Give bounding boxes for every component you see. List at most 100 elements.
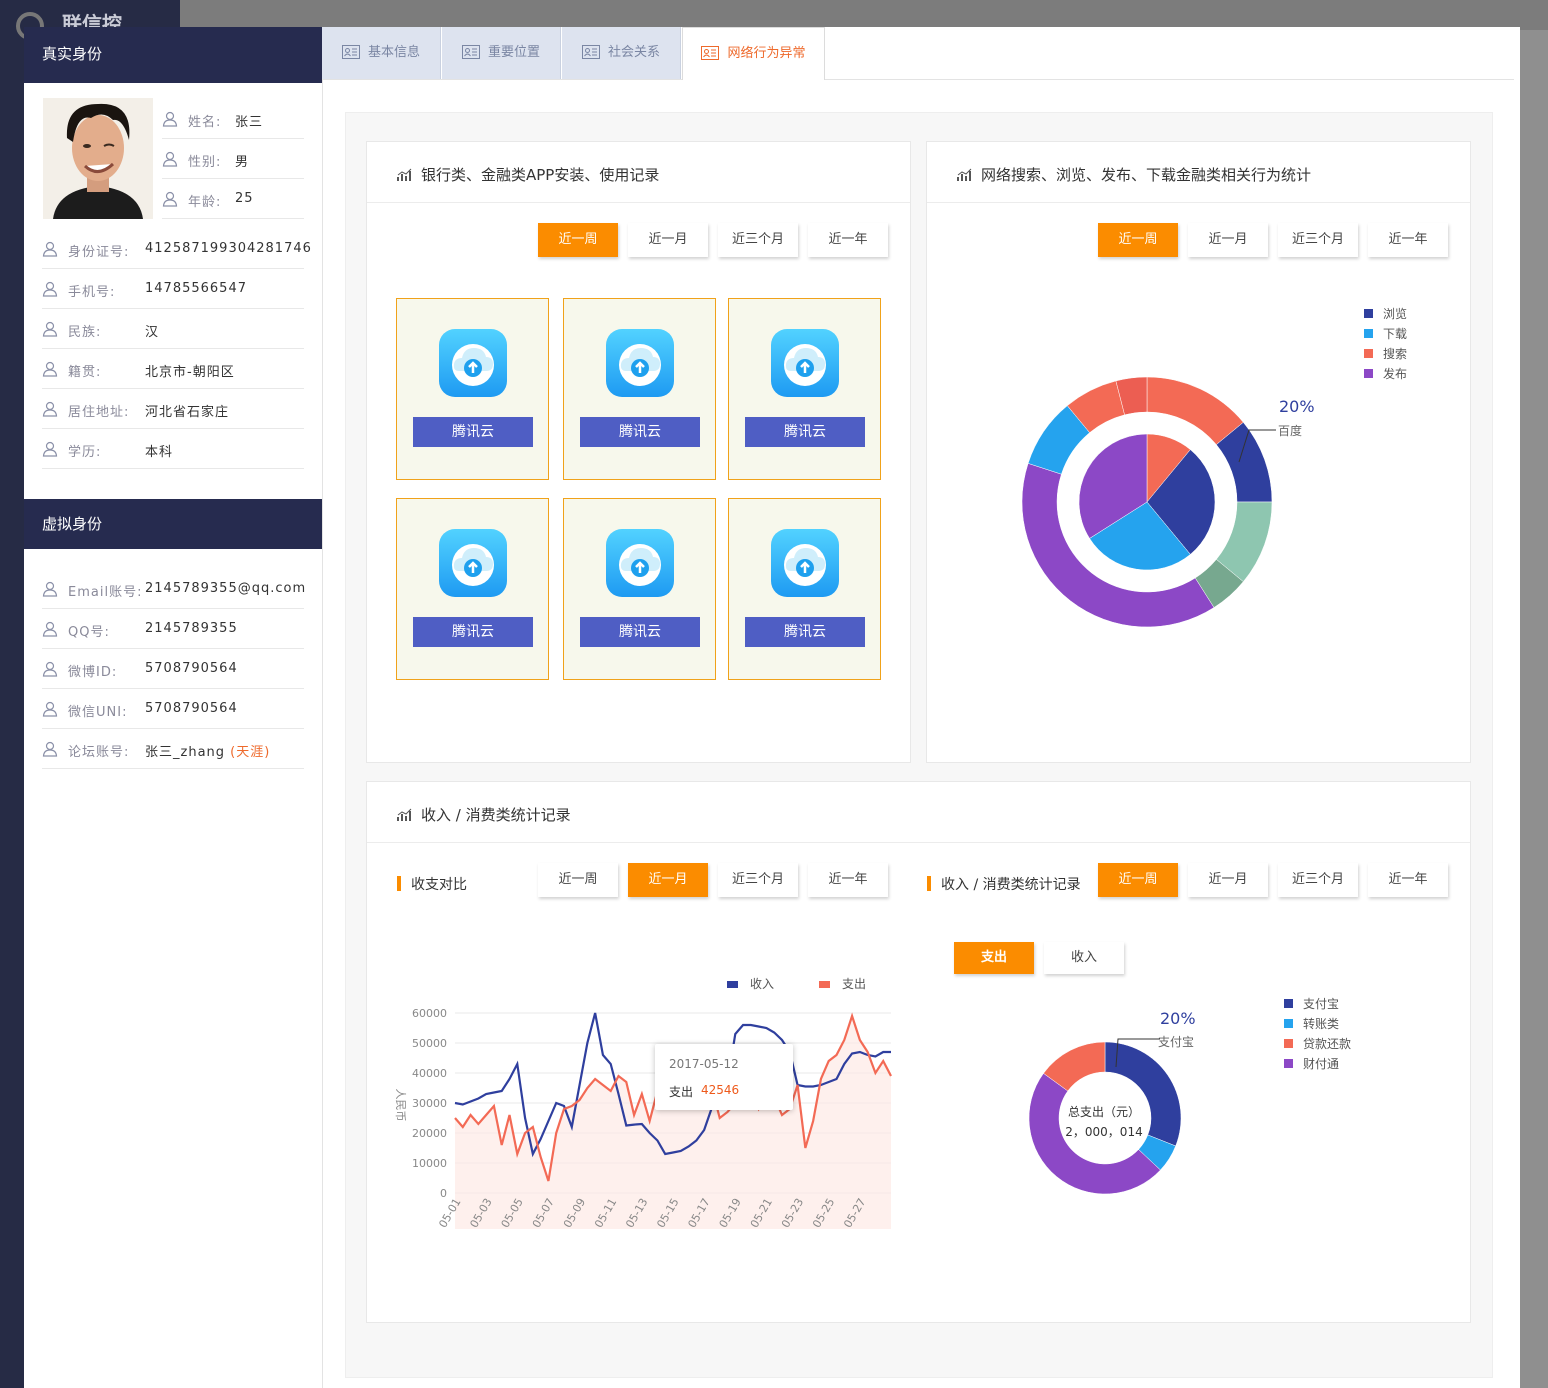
education-value: 本科: [145, 445, 174, 460]
y-tick-label: 40000: [412, 1067, 447, 1080]
donut-callout-pct: 20%: [1160, 1009, 1196, 1028]
legend-item: 浏览: [1364, 305, 1407, 322]
legend-item: 支付宝: [1284, 995, 1339, 1012]
gender-value: 男: [235, 155, 250, 170]
period-week-button[interactable]: 近一周: [538, 223, 618, 257]
period-month-button[interactable]: 近一月: [1188, 863, 1268, 897]
period-month-button[interactable]: 近一月: [628, 863, 708, 897]
wechat-value: 5708790564: [145, 701, 238, 716]
legend-swatch: [1364, 329, 1373, 338]
forum-value: 张三_zhang (天涯): [145, 741, 270, 760]
y-tick-label: 10000: [412, 1157, 447, 1170]
legend-item: 贷款还款: [1284, 1035, 1351, 1052]
period-quarter-button[interactable]: 近三个月: [718, 863, 798, 897]
legend-swatch: [727, 981, 738, 988]
phone-label: 手机号:: [68, 285, 116, 300]
id-card-icon: [341, 45, 360, 59]
y-axis-label: 人民币: [394, 1089, 407, 1122]
income-toggle-button[interactable]: 收入: [1044, 942, 1124, 974]
legend-item: 财付通: [1284, 1055, 1339, 1072]
tab-network-behavior[interactable]: 网络行为异常: [682, 27, 825, 80]
period-week-button[interactable]: 近一周: [1098, 863, 1178, 897]
tab-social-relations[interactable]: 社会关系: [562, 27, 681, 79]
period-month-button[interactable]: 近一月: [1188, 223, 1268, 257]
tab-label: 重要位置: [487, 45, 540, 60]
period-month-button[interactable]: 近一月: [628, 223, 708, 257]
expense-toggle-button[interactable]: 支出: [954, 942, 1034, 974]
legend-item: 下载: [1364, 325, 1407, 342]
cloud-upload-icon: [439, 329, 507, 397]
period-year-button[interactable]: 近一年: [1368, 863, 1448, 897]
period-week-button[interactable]: 近一周: [1098, 223, 1178, 257]
id-card-icon: [581, 45, 600, 59]
forum-label: 论坛账号:: [68, 745, 130, 760]
period-quarter-button[interactable]: 近三个月: [718, 223, 798, 257]
app-tile[interactable]: 腾讯云: [563, 298, 716, 480]
id-number-value: 412587199304281746: [145, 241, 312, 256]
identity-panel: 真实身份 姓名: 张三 性别: 男 年龄: 25 身份证号: 412587199…: [24, 27, 323, 1388]
period-week-button[interactable]: 近一周: [538, 863, 618, 897]
user-icon: [42, 621, 58, 637]
legend-swatch: [1284, 1059, 1293, 1068]
weibo-value: 5708790564: [145, 661, 238, 676]
phone-row: 手机号: 14785566547: [42, 269, 304, 309]
cloud-upload-icon: [606, 529, 674, 597]
age-value: 25: [235, 191, 254, 206]
pie-callout-label: 百度: [1278, 424, 1303, 438]
tooltip-date: 2017-05-12: [669, 1057, 739, 1071]
legend-swatch: [1364, 309, 1373, 318]
app-tile[interactable]: 腾讯云: [396, 498, 549, 680]
pie-callout-line: [1238, 429, 1276, 463]
legend-swatch: [1284, 1019, 1293, 1028]
donut-center-value: 2，000，014: [1065, 1125, 1143, 1139]
user-icon: [42, 401, 58, 417]
qq-value: 2145789355: [145, 621, 238, 636]
period-year-button[interactable]: 近一年: [1368, 223, 1448, 257]
hometown-label: 籍贯:: [68, 365, 102, 380]
tab-label: 社会关系: [607, 45, 660, 60]
name-row: 姓名: 张三: [162, 99, 304, 139]
user-icon: [42, 361, 58, 377]
real-identity-header: 真实身份: [24, 27, 322, 83]
app-tile[interactable]: 腾讯云: [728, 298, 881, 480]
user-icon: [42, 321, 58, 337]
period-year-button[interactable]: 近一年: [808, 863, 888, 897]
ethnicity-row: 民族: 汉: [42, 309, 304, 349]
tab-basic-info[interactable]: 基本信息: [322, 27, 441, 79]
divider: [927, 202, 1470, 203]
app-tile[interactable]: 腾讯云: [728, 498, 881, 680]
period-quarter-button[interactable]: 近三个月: [1278, 863, 1358, 897]
line-legend-income: 收入: [727, 975, 774, 992]
gender-row: 性别: 男: [162, 139, 304, 179]
line-legend-expense: 支出: [819, 975, 866, 992]
income-expense-line-chart: 0100002000030000400005000060000人民币05-01 0…: [394, 1007, 892, 1230]
period-quarter-button[interactable]: 近三个月: [1278, 223, 1358, 257]
legend-item: 搜索: [1364, 345, 1407, 362]
chart-icon: [397, 168, 412, 181]
forum-row: 论坛账号: 张三_zhang (天涯): [42, 729, 304, 769]
y-tick-label: 20000: [412, 1127, 447, 1140]
hometown-row: 籍贯: 北京市-朝阳区: [42, 349, 304, 389]
address-value: 河北省石家庄: [145, 405, 230, 420]
y-tick-label: 0: [440, 1187, 447, 1200]
email-row: Email账号: 2145789355@qq.com: [42, 569, 305, 609]
app-tile[interactable]: 腾讯云: [563, 498, 716, 680]
id-number-row: 身份证号: 412587199304281746: [42, 229, 311, 269]
address-row: 居住地址: 河北省石家庄: [42, 389, 304, 429]
app-header: [180, 0, 1548, 30]
y-tick-label: 60000: [412, 1007, 447, 1020]
id-card-icon: [461, 45, 480, 59]
period-year-button[interactable]: 近一年: [808, 223, 888, 257]
app-tile[interactable]: 腾讯云: [396, 298, 549, 480]
tab-important-locations[interactable]: 重要位置: [442, 27, 561, 79]
pie-callout-pct: 20%: [1279, 397, 1315, 416]
cloud-upload-icon: [771, 329, 839, 397]
forum-account: 张三_zhang: [145, 745, 226, 760]
address-label: 居住地址:: [68, 405, 130, 420]
y-tick-label: 30000: [412, 1097, 447, 1110]
income-expense-title: 收入 / 消费类统计记录: [397, 804, 571, 825]
legend-swatch: [1364, 369, 1373, 378]
qq-row: QQ号: 2145789355: [42, 609, 304, 649]
user-icon: [42, 241, 58, 257]
user-icon: [42, 701, 58, 717]
